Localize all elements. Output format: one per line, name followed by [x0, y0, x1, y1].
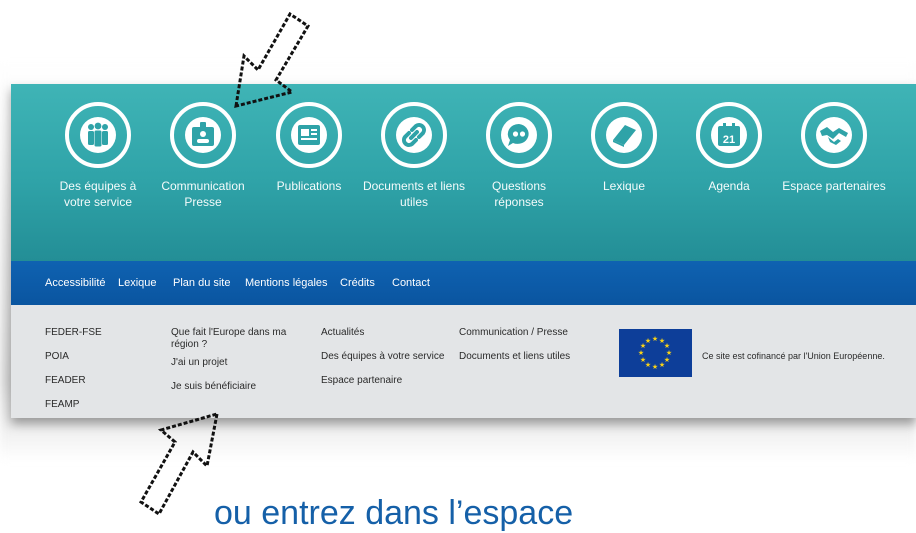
- nav-label: Des équipes à votre service: [59, 179, 137, 209]
- site-footer-screenshot: Des équipes à votre service Communicatio…: [11, 84, 916, 418]
- footer-link[interactable]: FEADER: [45, 375, 102, 387]
- footer-column-programmes: FEDER-FSE POIA FEADER FEAMP: [45, 327, 102, 417]
- newspaper-icon: [291, 117, 327, 153]
- svg-text:★: ★: [652, 335, 658, 343]
- footer-links-area: FEDER-FSE POIA FEADER FEAMP Que fait l'E…: [11, 305, 916, 418]
- press-badge-icon: [185, 117, 221, 153]
- nav-item-documents[interactable]: Documents et liens utiles: [361, 102, 467, 210]
- footer-link[interactable]: Espace partenaire: [321, 375, 444, 387]
- svg-text:★: ★: [652, 363, 658, 371]
- link-mentions-legales[interactable]: Mentions légales: [245, 277, 328, 289]
- svg-text:★: ★: [640, 356, 646, 364]
- calendar-day: 21: [723, 134, 735, 146]
- nav-label: Publications: [276, 179, 342, 193]
- footer-link[interactable]: Des équipes à votre service: [321, 351, 444, 363]
- link-icon: [396, 117, 432, 153]
- nav-label: Communication Presse: [161, 179, 245, 209]
- slide-caption: ou entrez dans l’espace: [214, 494, 574, 532]
- link-accessibilite[interactable]: Accessibilité: [45, 277, 106, 289]
- footer-column-communication: Communication / Presse Documents et lien…: [459, 327, 570, 369]
- link-contact[interactable]: Contact: [392, 277, 430, 289]
- nav-label: Documents et liens utiles: [362, 179, 466, 209]
- nav-item-communication-presse[interactable]: Communication Presse: [150, 102, 256, 210]
- book-icon: [606, 117, 642, 153]
- svg-text:★: ★: [638, 349, 644, 357]
- nav-label: Espace partenaires: [782, 179, 886, 193]
- nav-item-questions[interactable]: Questions réponses: [466, 102, 572, 210]
- footer-link[interactable]: POIA: [45, 351, 102, 363]
- svg-text:★: ★: [645, 337, 651, 345]
- footer-link[interactable]: Je suis bénéficiaire: [171, 381, 306, 393]
- footer-link[interactable]: FEDER-FSE: [45, 327, 102, 339]
- footer-link[interactable]: Actualités: [321, 327, 444, 339]
- team-icon: [80, 117, 116, 153]
- svg-text:★: ★: [659, 361, 665, 369]
- eu-flag-logo: ★ ★ ★ ★ ★ ★ ★ ★ ★ ★ ★ ★: [619, 329, 692, 377]
- link-lexique[interactable]: Lexique: [118, 277, 157, 289]
- footer-link[interactable]: J'ai un projet: [171, 357, 306, 369]
- link-plan-du-site[interactable]: Plan du site: [173, 277, 230, 289]
- nav-item-lexique[interactable]: Lexique: [571, 102, 677, 194]
- nav-label: Agenda: [708, 179, 750, 193]
- nav-label: Lexique: [602, 179, 646, 193]
- legal-links-bar: Accessibilité Lexique Plan du site Menti…: [11, 261, 916, 305]
- quote-bubble-icon: [501, 117, 537, 153]
- nav-item-agenda[interactable]: 21 Agenda: [676, 102, 782, 194]
- calendar-icon: 21: [711, 117, 747, 153]
- handshake-icon: [816, 117, 852, 153]
- footer-link[interactable]: Que fait l'Europe dans ma région ?: [171, 327, 306, 351]
- icon-navigation-band: Des équipes à votre service Communicatio…: [11, 84, 916, 261]
- nav-label: Questions réponses: [491, 179, 547, 209]
- nav-item-publications[interactable]: Publications: [256, 102, 362, 194]
- eu-cofinancing-text: Ce site est cofinancé par l'Union Europé…: [702, 351, 885, 361]
- footer-column-europe: Que fait l'Europe dans ma région ? J'ai …: [171, 327, 306, 399]
- footer-link[interactable]: Documents et liens utiles: [459, 351, 570, 363]
- footer-column-actualites: Actualités Des équipes à votre service E…: [321, 327, 444, 393]
- pointer-arrow-icon: [139, 411, 219, 517]
- footer-link[interactable]: Communication / Presse: [459, 327, 570, 339]
- nav-item-espace-partenaires[interactable]: Espace partenaires: [781, 102, 887, 194]
- pointer-arrow-icon: [234, 11, 311, 109]
- footer-link[interactable]: FEAMP: [45, 399, 102, 411]
- nav-item-equipes[interactable]: Des équipes à votre service: [45, 102, 151, 210]
- link-credits[interactable]: Crédits: [340, 277, 375, 289]
